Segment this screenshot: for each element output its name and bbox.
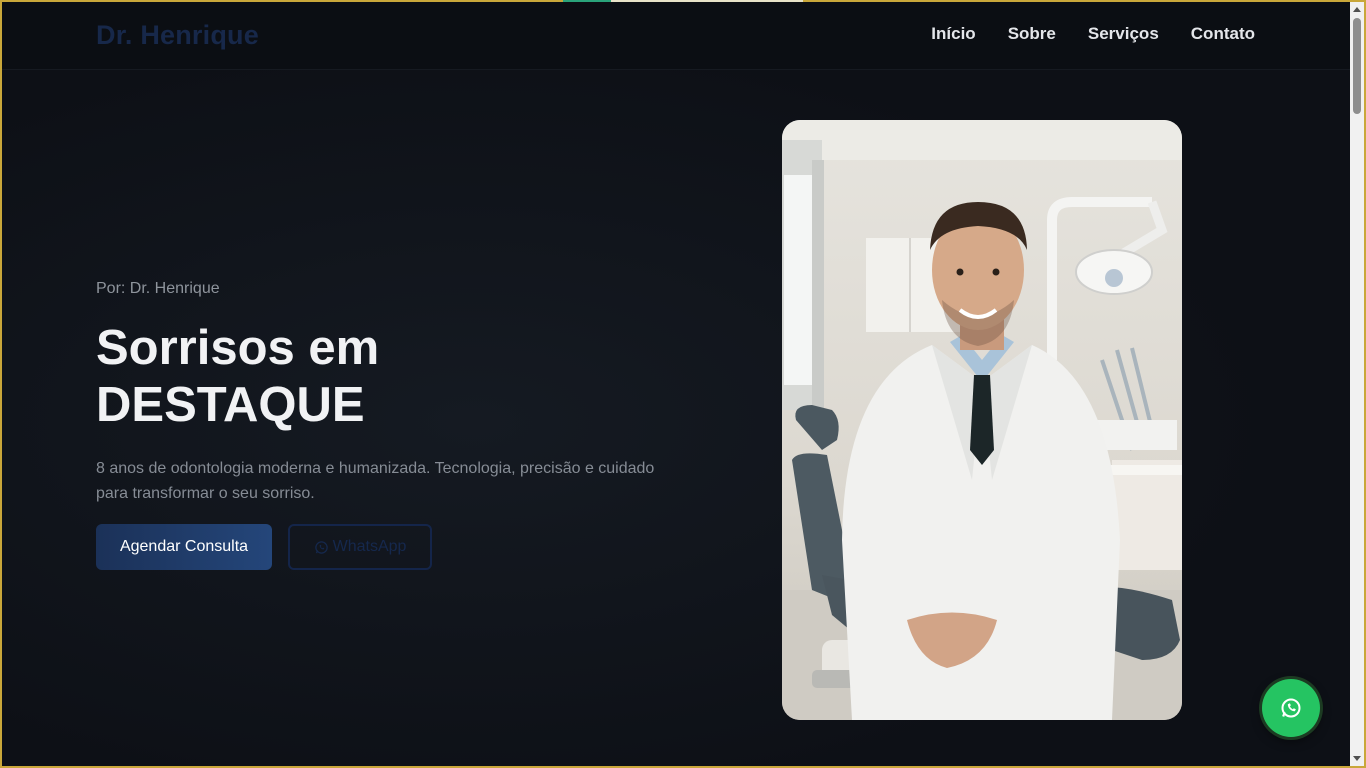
hero-title-line1: Sorrisos em: [96, 321, 380, 375]
whatsapp-icon: [1281, 698, 1301, 718]
hero-title: Sorrisos em DESTAQUE: [96, 320, 656, 434]
scroll-down-arrow-icon[interactable]: [1353, 756, 1361, 761]
nav-link-sobre[interactable]: Sobre: [1008, 24, 1056, 44]
brand-logo[interactable]: Dr. Henrique: [96, 20, 259, 51]
whatsapp-icon: [314, 540, 328, 554]
cta-row: Agendar Consulta WhatsApp: [96, 524, 656, 570]
whatsapp-button[interactable]: WhatsApp: [288, 524, 432, 570]
hero-description: 8 anos de odontologia moderna e humaniza…: [96, 460, 655, 502]
nav-link-servicos[interactable]: Serviços: [1088, 24, 1159, 44]
floating-whatsapp-button[interactable]: [1262, 679, 1320, 737]
top-accent-bar: [563, 0, 803, 2]
dentist-illustration: [782, 120, 1182, 720]
schedule-appointment-button[interactable]: Agendar Consulta: [96, 524, 272, 570]
whatsapp-button-label: WhatsApp: [332, 538, 407, 555]
dentist-photo: [782, 120, 1182, 720]
page: Dr. Henrique Início Sobre Serviços Conta…: [2, 2, 1350, 766]
hero-author: Por: Dr. Henrique: [96, 280, 220, 297]
scroll-up-arrow-icon[interactable]: [1353, 7, 1361, 12]
nav-link-inicio[interactable]: Início: [931, 24, 975, 44]
nav-link-contato[interactable]: Contato: [1191, 24, 1255, 44]
vertical-scrollbar[interactable]: [1350, 2, 1364, 766]
navbar: Dr. Henrique Início Sobre Serviços Conta…: [2, 2, 1350, 70]
scroll-thumb[interactable]: [1353, 18, 1361, 114]
hero-content: Por: Dr. Henrique Sorrisos em DESTAQUE 8…: [96, 280, 656, 570]
hero-title-line2: DESTAQUE: [96, 378, 365, 432]
nav-links: Início Sobre Serviços Contato: [931, 24, 1255, 44]
